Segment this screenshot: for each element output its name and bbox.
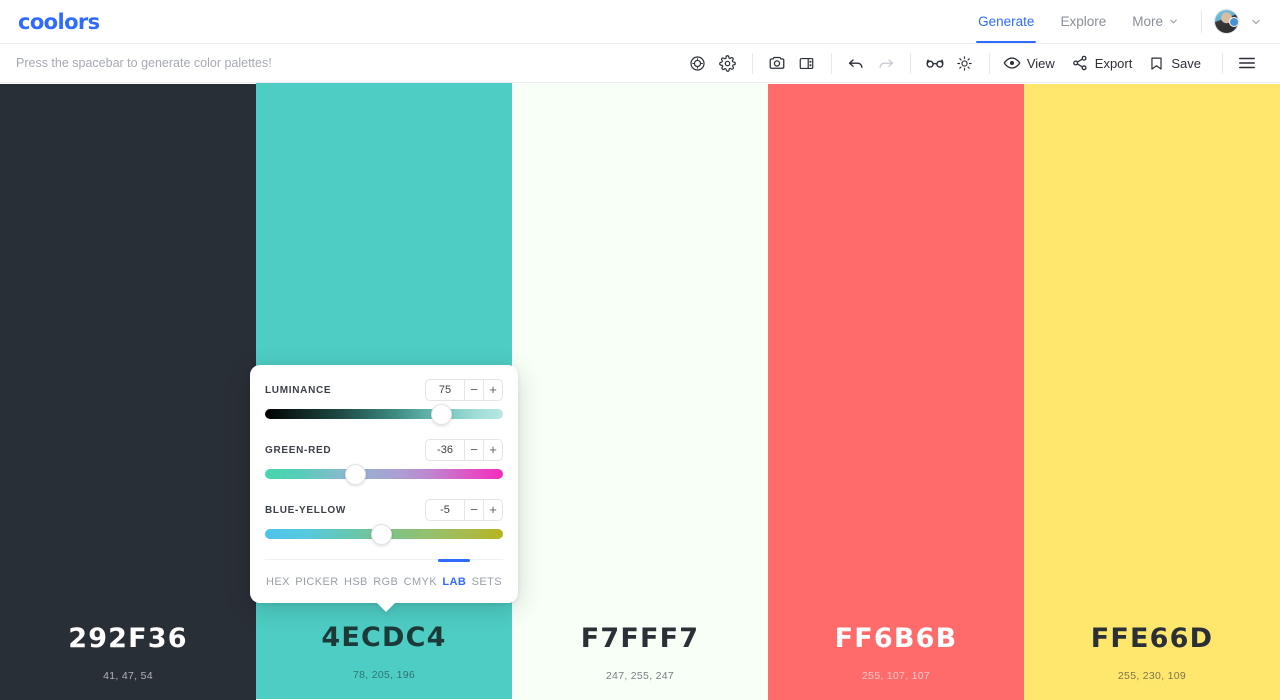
glasses-icon[interactable] bbox=[920, 49, 950, 77]
luminance-stepper[interactable]: 75 − + bbox=[425, 379, 503, 401]
green-red-label: GREEN-RED bbox=[265, 444, 332, 456]
tab-cmyk[interactable]: CMYK bbox=[403, 572, 438, 592]
green-red-stepper[interactable]: -36 − + bbox=[425, 439, 503, 461]
green-red-slider-track bbox=[265, 469, 503, 479]
toolbar: Press the spacebar to generate color pal… bbox=[0, 43, 1280, 83]
palette-swatch-1[interactable]: 292F36 41, 47, 54 bbox=[0, 84, 256, 700]
tab-picker[interactable]: PICKER bbox=[294, 572, 339, 592]
nav-link-generate-label: Generate bbox=[978, 14, 1035, 29]
tab-hex[interactable]: HEX bbox=[265, 572, 291, 592]
spacebar-hint: Press the spacebar to generate color pal… bbox=[16, 56, 272, 70]
swatch-rgb-label: 41, 47, 54 bbox=[103, 670, 153, 682]
save-button-label: Save bbox=[1171, 55, 1201, 71]
toolbar-buttons-group: View Export Save bbox=[683, 49, 1262, 77]
nav-link-generate[interactable]: Generate bbox=[965, 0, 1047, 43]
tab-sets[interactable]: SETS bbox=[471, 572, 503, 592]
swatch-hex-label: FF6B6B bbox=[834, 623, 958, 654]
toolbar-divider bbox=[751, 52, 753, 74]
nav-divider bbox=[1201, 10, 1202, 33]
luminance-decrement-button[interactable]: − bbox=[464, 380, 483, 400]
blue-yellow-increment-button[interactable]: + bbox=[483, 500, 502, 520]
luminance-value[interactable]: 75 bbox=[426, 380, 464, 400]
luminance-slider[interactable] bbox=[265, 403, 503, 425]
luminance-slider-thumb[interactable] bbox=[430, 403, 452, 425]
gear-icon[interactable] bbox=[713, 49, 743, 77]
blue-yellow-stepper[interactable]: -5 − + bbox=[425, 499, 503, 521]
luminance-slider-track bbox=[265, 409, 503, 419]
palette-swatch-3[interactable]: F7FFF7 247, 255, 247 bbox=[512, 84, 768, 700]
avatar-chevron-down-icon[interactable] bbox=[1250, 16, 1262, 28]
layout-icon[interactable] bbox=[792, 49, 822, 77]
brightness-icon[interactable] bbox=[950, 49, 980, 77]
nav-link-explore[interactable]: Explore bbox=[1047, 0, 1119, 43]
top-navigation-bar: coolors Generate Explore More bbox=[0, 0, 1280, 43]
swatch-hex-label: 4ECDC4 bbox=[321, 622, 447, 653]
tab-rgb[interactable]: RGB bbox=[372, 572, 399, 592]
swatch-rgb-label: 255, 107, 107 bbox=[861, 670, 931, 682]
toolbar-divider bbox=[988, 52, 990, 74]
green-red-control-row: GREEN-RED -36 − + bbox=[265, 439, 503, 461]
blue-yellow-control-row: BLUE-YELLOW -5 − + bbox=[265, 499, 503, 521]
swatch-rgb-label: 255, 230, 109 bbox=[1117, 670, 1187, 682]
view-button[interactable]: View bbox=[999, 54, 1061, 72]
blue-yellow-slider[interactable] bbox=[265, 523, 503, 545]
luminance-control-row: LUMINANCE 75 − + bbox=[265, 379, 503, 401]
contrast-checker-icon[interactable] bbox=[683, 49, 713, 77]
nav-links-group: Generate Explore More bbox=[965, 0, 1262, 43]
toolbar-divider bbox=[830, 52, 832, 74]
tab-lab[interactable]: LAB bbox=[438, 559, 471, 592]
share-icon bbox=[1071, 54, 1089, 72]
palette-swatch-4[interactable]: FF6B6B 255, 107, 107 bbox=[768, 84, 1024, 700]
nav-link-more[interactable]: More bbox=[1119, 0, 1192, 43]
luminance-label: LUMINANCE bbox=[265, 384, 332, 396]
blue-yellow-label: BLUE-YELLOW bbox=[265, 504, 347, 516]
green-red-increment-button[interactable]: + bbox=[483, 440, 502, 460]
swatch-rgb-label: 247, 255, 247 bbox=[605, 670, 675, 682]
undo-icon[interactable] bbox=[841, 49, 871, 77]
blue-yellow-decrement-button[interactable]: − bbox=[464, 500, 483, 520]
blue-yellow-slider-thumb[interactable] bbox=[371, 523, 393, 545]
palette-swatch-5[interactable]: FFE66D 255, 230, 109 bbox=[1024, 84, 1280, 700]
view-button-label: View bbox=[1026, 55, 1055, 71]
swatch-hex-label: 292F36 bbox=[68, 623, 188, 654]
green-red-slider-thumb[interactable] bbox=[344, 463, 366, 485]
nav-link-more-label: More bbox=[1132, 14, 1163, 29]
save-button[interactable]: Save bbox=[1144, 55, 1207, 72]
swatch-hex-label: FFE66D bbox=[1090, 623, 1214, 654]
export-button-label: Export bbox=[1094, 55, 1133, 71]
green-red-slider[interactable] bbox=[265, 463, 503, 485]
color-palette: 292F36 41, 47, 54 4ECDC4 78, 205, 196 F7… bbox=[0, 83, 1280, 700]
tab-hsb[interactable]: HSB bbox=[343, 572, 369, 592]
eye-icon bbox=[1003, 54, 1021, 72]
swatch-rgb-label: 78, 205, 196 bbox=[353, 669, 415, 681]
toolbar-divider bbox=[1222, 52, 1223, 74]
bookmark-icon bbox=[1148, 55, 1165, 72]
chevron-down-icon bbox=[1168, 16, 1179, 27]
export-button[interactable]: Export bbox=[1067, 54, 1139, 72]
toolbar-divider bbox=[909, 52, 911, 74]
nav-link-explore-label: Explore bbox=[1060, 14, 1107, 29]
green-red-value[interactable]: -36 bbox=[426, 440, 464, 460]
blue-yellow-value[interactable]: -5 bbox=[426, 500, 464, 520]
luminance-increment-button[interactable]: + bbox=[483, 380, 502, 400]
swatch-hex-label: F7FFF7 bbox=[580, 623, 700, 654]
coolors-logo[interactable]: coolors bbox=[18, 10, 100, 34]
color-mode-tabs: HEX PICKER HSB RGB CMYK LAB SETS bbox=[265, 559, 503, 603]
redo-icon[interactable] bbox=[871, 49, 901, 77]
avatar[interactable] bbox=[1214, 9, 1239, 34]
camera-icon[interactable] bbox=[762, 49, 792, 77]
hamburger-menu-icon[interactable] bbox=[1232, 49, 1262, 77]
green-red-decrement-button[interactable]: − bbox=[464, 440, 483, 460]
lab-color-editor-popup: LUMINANCE 75 − + GREEN-RED -36 − + BLUE-… bbox=[250, 365, 518, 603]
